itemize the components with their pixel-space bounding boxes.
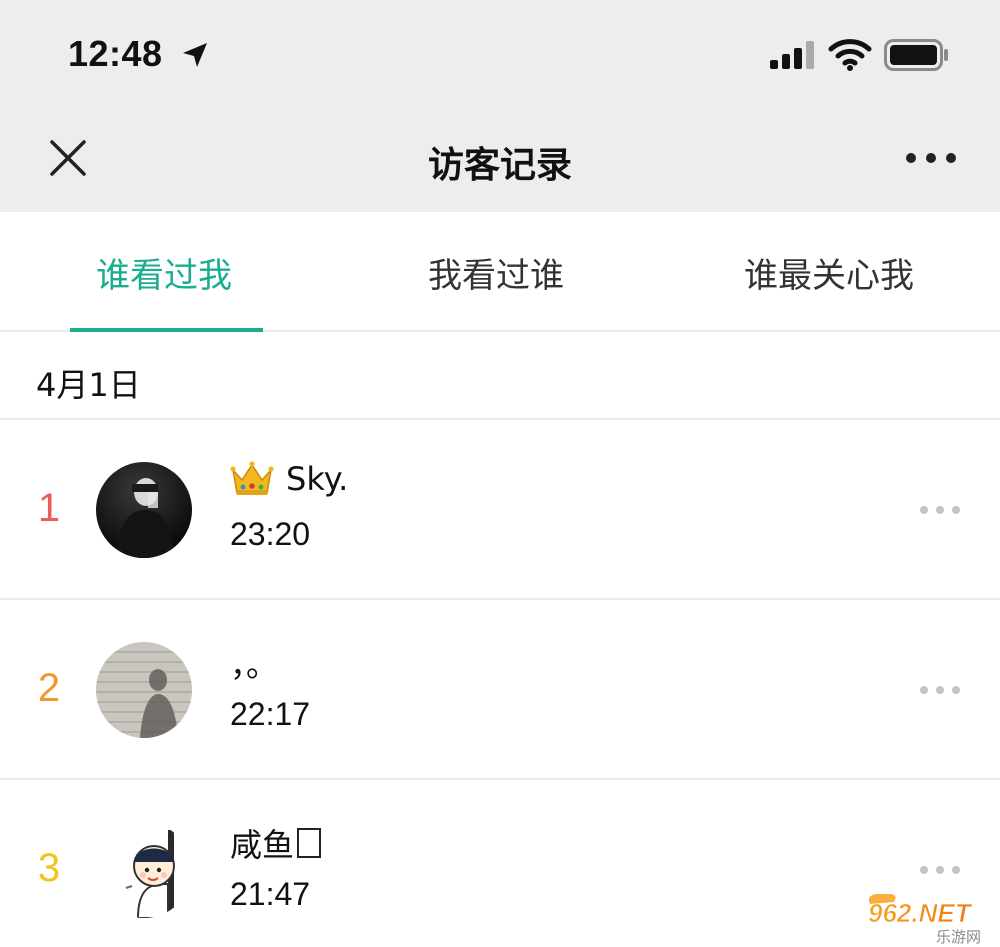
watermark-logo: 962.NET 乐游网 [868, 894, 981, 946]
visitor-row[interactable]: 1 Sky. 23:20 [0, 420, 1000, 600]
avatar[interactable] [96, 822, 192, 918]
row-more-icon[interactable] [918, 684, 962, 696]
missing-glyph-icon [297, 828, 322, 858]
watermark-text: 962.NET [868, 898, 973, 928]
visit-time: 21:47 [230, 876, 311, 912]
date-section-header: 4月1日 [0, 334, 1000, 420]
section-date: 4月1日 [36, 366, 141, 404]
visitor-rank: 2 [37, 666, 61, 710]
visitor-rank: 3 [37, 846, 61, 890]
row-more-icon[interactable] [918, 504, 962, 516]
avatar[interactable] [96, 462, 192, 558]
wifi-icon [828, 39, 872, 71]
visitor-name: Sky. [286, 460, 349, 498]
visitor-name: 咸鱼 [230, 826, 295, 864]
more-options-icon[interactable] [904, 148, 958, 168]
status-bar: 12:48 [0, 0, 1000, 110]
tab-who-cares-most[interactable]: 谁最关心我 [744, 248, 914, 297]
visitor-row[interactable]: 2 ，。 22:17 [0, 600, 1000, 780]
tab-who-viewed-me[interactable]: 谁看过我 [96, 248, 232, 297]
nav-bar: 访客记录 [0, 110, 1000, 212]
visitor-row[interactable]: 3 咸鱼 21:47 [0, 780, 1000, 947]
crown-icon [230, 461, 274, 495]
page-title: 访客记录 [427, 145, 572, 186]
active-tab-indicator [70, 328, 263, 332]
visitor-rank: 1 [37, 486, 61, 530]
visit-time: 23:20 [230, 516, 311, 552]
location-arrow-icon [183, 43, 207, 67]
avatar[interactable] [96, 642, 192, 738]
cellular-signal-icon [770, 41, 814, 69]
visitor-name: ，。 [230, 646, 279, 684]
visitor-name-line: Sky. [230, 460, 348, 498]
visitor-name-line: ，。 [230, 640, 278, 686]
visit-time: 22:17 [230, 696, 311, 732]
watermark-subtext: 乐游网 [936, 928, 981, 946]
header-area: 12:48 访客记录 [0, 0, 1000, 212]
status-time: 12:48 [68, 33, 163, 74]
visitor-name-line: 咸鱼 [230, 820, 322, 866]
tab-bar: 谁看过我 我看过谁 谁最关心我 [0, 212, 1000, 332]
battery-icon [884, 39, 948, 71]
row-more-icon[interactable] [918, 864, 962, 876]
tab-who-i-viewed[interactable]: 我看过谁 [428, 248, 564, 297]
